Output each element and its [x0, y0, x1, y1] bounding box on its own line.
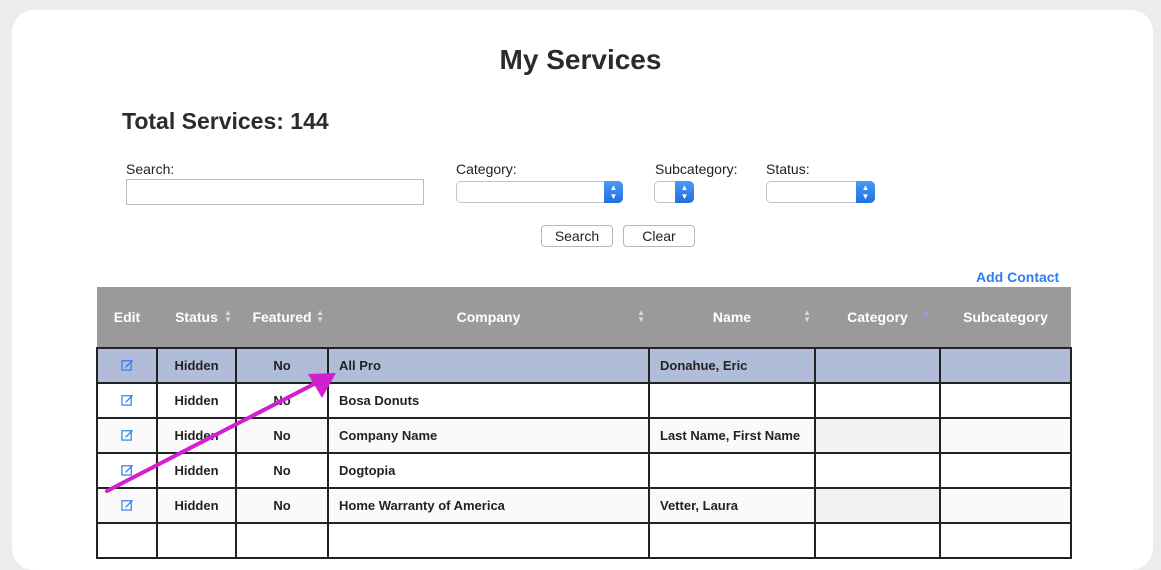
edit-pencil-icon[interactable]	[120, 428, 134, 441]
subcategory-cell	[939, 522, 1072, 559]
services-table: Edit Status ▲ ▼ Featured ▲ ▼ Company ▲ ▼ Name ▲…	[96, 287, 1072, 559]
name-cell: Donahue, Eric	[648, 347, 816, 384]
edit-pencil-icon[interactable]	[120, 498, 134, 511]
status-cell: Hidden	[156, 382, 237, 419]
category-select[interactable]: ▲ ▼	[456, 181, 623, 203]
name-cell: Vetter, Laura	[648, 487, 816, 524]
edit-cell[interactable]	[96, 452, 158, 489]
featured-cell: No	[235, 452, 329, 489]
table-row[interactable]: Hidden No Bosa Donuts	[96, 382, 1072, 419]
company-cell	[327, 522, 650, 559]
name-cell: Last Name, First Name	[648, 417, 816, 454]
featured-cell: No	[235, 417, 329, 454]
column-header-label: Edit	[113, 309, 141, 325]
subcategory-cell	[939, 347, 1072, 384]
featured-cell: No	[235, 487, 329, 524]
status-cell: Hidden	[156, 347, 237, 384]
name-cell	[648, 382, 816, 419]
name-cell	[648, 522, 816, 559]
column-header-label: Subcategory	[963, 309, 1048, 325]
column-header-category[interactable]: Category ▲	[815, 287, 940, 348]
column-header-label: Category	[847, 309, 908, 325]
status-cell: Hidden	[156, 487, 237, 524]
category-cell	[814, 347, 941, 384]
search-input[interactable]	[126, 179, 424, 205]
category-cell	[814, 452, 941, 489]
column-header-label: Name	[712, 309, 752, 325]
subcategory-cell	[939, 382, 1072, 419]
column-header-company[interactable]: Company ▲ ▼	[328, 287, 649, 348]
search-button[interactable]: Search	[541, 225, 613, 247]
company-cell: Home Warranty of America	[327, 487, 650, 524]
sort-ascending-icon: ▲	[921, 308, 930, 318]
clear-button[interactable]: Clear	[623, 225, 695, 247]
status-cell: Hidden	[156, 452, 237, 489]
featured-cell	[235, 522, 329, 559]
edit-cell[interactable]	[96, 487, 158, 524]
company-cell: Dogtopia	[327, 452, 650, 489]
edit-cell[interactable]	[96, 522, 158, 559]
page-title: My Services	[499, 44, 662, 75]
table-row[interactable]	[96, 522, 1072, 559]
sort-arrows-icon: ▲ ▼	[316, 308, 324, 324]
status-label: Status:	[766, 161, 810, 177]
status-select[interactable]: ▲ ▼	[766, 181, 875, 203]
column-header-name[interactable]: Name ▲ ▼	[649, 287, 815, 348]
search-label: Search:	[126, 161, 175, 177]
column-header-subcategory[interactable]: Subcategory	[940, 287, 1071, 348]
total-services-count: Total Services: 144	[122, 108, 329, 134]
subcategory-cell	[939, 452, 1072, 489]
category-cell	[814, 487, 941, 524]
category-label: Category:	[456, 161, 517, 177]
subcategory-select[interactable]: ▲ ▼	[654, 181, 694, 203]
add-contact-link[interactable]: Add Contact	[976, 269, 1059, 285]
name-cell	[648, 452, 816, 489]
company-cell: Company Name	[327, 417, 650, 454]
edit-cell[interactable]	[96, 382, 158, 419]
category-cell	[814, 522, 941, 559]
column-header-featured[interactable]: Featured ▲ ▼	[236, 287, 328, 348]
edit-pencil-icon[interactable]	[120, 393, 134, 406]
category-cell	[814, 417, 941, 454]
status-cell	[156, 522, 237, 559]
column-header-status[interactable]: Status ▲ ▼	[157, 287, 236, 348]
company-cell: Bosa Donuts	[327, 382, 650, 419]
featured-cell: No	[235, 382, 329, 419]
sort-arrows-icon: ▲ ▼	[637, 308, 645, 324]
table-header-row: Edit Status ▲ ▼ Featured ▲ ▼ Company ▲ ▼ Name ▲…	[97, 287, 1071, 348]
edit-pencil-icon[interactable]	[120, 463, 134, 476]
category-cell	[814, 382, 941, 419]
column-header-label: Status	[175, 309, 218, 325]
subcategory-cell	[939, 487, 1072, 524]
column-header-label: Company	[456, 309, 521, 325]
subcategory-cell	[939, 417, 1072, 454]
edit-cell[interactable]	[96, 347, 158, 384]
table-row[interactable]: Hidden No Home Warranty of America Vette…	[96, 487, 1072, 524]
select-chevrons-icon: ▲ ▼	[856, 181, 875, 203]
company-cell: All Pro	[327, 347, 650, 384]
column-header-label: Featured	[252, 309, 312, 325]
sort-arrows-icon: ▲ ▼	[803, 308, 811, 324]
sort-arrows-icon: ▲ ▼	[224, 308, 232, 324]
edit-pencil-icon[interactable]	[120, 358, 134, 371]
table-row[interactable]: Hidden No All Pro Donahue, Eric	[96, 347, 1072, 384]
subcategory-label: Subcategory:	[655, 161, 738, 177]
edit-cell[interactable]	[96, 417, 158, 454]
featured-cell: No	[235, 347, 329, 384]
table-row[interactable]: Hidden No Dogtopia	[96, 452, 1072, 489]
table-row[interactable]: Hidden No Company Name Last Name, First …	[96, 417, 1072, 454]
select-chevrons-icon: ▲ ▼	[675, 181, 694, 203]
select-chevrons-icon: ▲ ▼	[604, 181, 623, 203]
column-header-edit: Edit	[97, 287, 157, 348]
status-cell: Hidden	[156, 417, 237, 454]
